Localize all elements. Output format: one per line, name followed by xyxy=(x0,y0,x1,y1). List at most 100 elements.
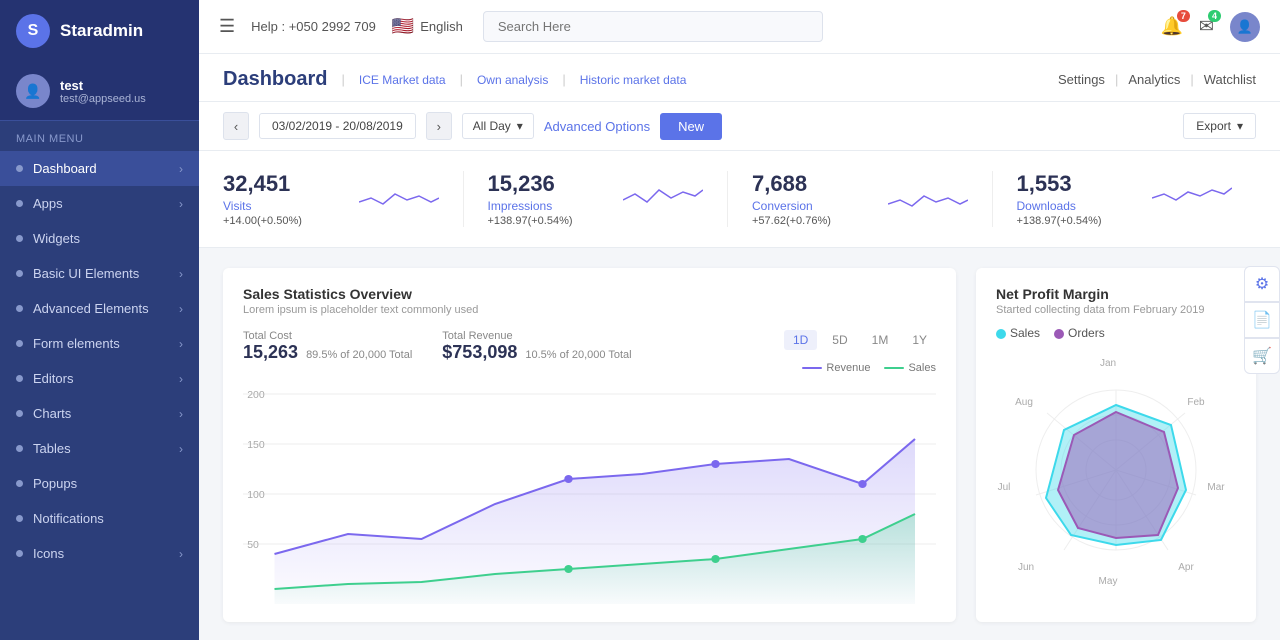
nav-help-text: Help : +050 2992 709 xyxy=(251,19,376,34)
sidebar-item-charts[interactable]: Charts › xyxy=(0,396,199,431)
sidebar-item-label: Basic UI Elements xyxy=(33,266,139,281)
profit-legend: Sales Orders xyxy=(996,326,1236,340)
net-profit-card: Net Profit Margin Started collecting dat… xyxy=(976,268,1256,622)
sidebar-item-label: Advanced Elements xyxy=(33,301,149,316)
sales-chart-svg: 200 150 100 50 xyxy=(243,384,936,604)
notifications-badge: 7 xyxy=(1177,10,1190,22)
breadcrumb-ice[interactable]: ICE Market data xyxy=(359,73,446,87)
total-cost-sub: 89.5% of 20,000 Total xyxy=(306,349,412,361)
advanced-options-button[interactable]: Advanced Options xyxy=(544,119,650,134)
content-area: Sales Statistics Overview Lorem ipsum is… xyxy=(199,248,1280,640)
sidebar-item-icons[interactable]: Icons › xyxy=(0,536,199,571)
messages-icon-wrap[interactable]: ✉ 4 xyxy=(1199,16,1214,37)
watchlist-link[interactable]: Watchlist xyxy=(1204,72,1256,87)
sidebar-item-advanced[interactable]: Advanced Elements › xyxy=(0,291,199,326)
sales-legend-dot xyxy=(884,367,904,369)
sidebar-item-apps[interactable]: Apps › xyxy=(0,186,199,221)
time-1d-button[interactable]: 1D xyxy=(784,330,817,350)
sidebar-item-basic-ui[interactable]: Basic UI Elements › xyxy=(0,256,199,291)
all-day-label: All Day xyxy=(473,119,511,133)
sidebar-arrow-icon: › xyxy=(179,197,183,211)
dashboard-header: Dashboard | ICE Market data | Own analys… xyxy=(199,54,1280,102)
sidebar-item-popups[interactable]: Popups xyxy=(0,466,199,501)
sidebar-dot xyxy=(16,375,23,382)
time-1y-button[interactable]: 1Y xyxy=(903,330,936,350)
user-email: test@appseed.us xyxy=(60,93,146,105)
svg-text:100: 100 xyxy=(247,490,265,501)
sales-chart-area: 200 150 100 50 xyxy=(243,384,936,604)
impressions-change: +138.97(+0.54%) xyxy=(488,215,573,227)
svg-text:Aug: Aug xyxy=(1015,397,1033,408)
sidebar-item-editors[interactable]: Editors › xyxy=(0,361,199,396)
downloads-change: +138.97(+0.54%) xyxy=(1017,215,1102,227)
sidebar-dot xyxy=(16,550,23,557)
sidebar-header: S Staradmin xyxy=(0,0,199,62)
user-avatar[interactable]: 👤 xyxy=(1230,12,1260,42)
sales-legend-label: Sales xyxy=(908,362,936,374)
total-revenue-value: $753,098 xyxy=(442,342,517,363)
export-arrow-icon: ▾ xyxy=(1237,119,1243,133)
breadcrumb-historic[interactable]: Historic market data xyxy=(580,73,687,87)
document-panel-button[interactable]: 📄 xyxy=(1244,302,1280,338)
stat-conversion: 7,688 Conversion +57.62(+0.76%) xyxy=(752,171,993,227)
sidebar-logo: S xyxy=(16,14,50,48)
page-title: Dashboard xyxy=(223,68,327,91)
visits-label: Visits xyxy=(223,199,302,213)
all-day-dropdown[interactable]: All Day ▾ xyxy=(462,113,534,139)
sidebar-item-label: Icons xyxy=(33,546,64,561)
total-cost-label: Total Cost xyxy=(243,330,412,342)
sidebar-item-widgets[interactable]: Widgets xyxy=(0,221,199,256)
conversion-value: 7,688 xyxy=(752,171,831,197)
messages-badge: 4 xyxy=(1208,10,1221,22)
stat-downloads: 1,553 Downloads +138.97(+0.54%) xyxy=(1017,171,1257,227)
settings-link[interactable]: Settings xyxy=(1058,72,1105,87)
date-range-display: 03/02/2019 - 20/08/2019 xyxy=(259,113,416,139)
dashboard-title-area: Dashboard | ICE Market data | Own analys… xyxy=(223,68,686,91)
sidebar-item-tables[interactable]: Tables › xyxy=(0,431,199,466)
right-floating-panel: ⚙ 📄 🛒 xyxy=(1244,266,1280,374)
time-5d-button[interactable]: 5D xyxy=(823,330,856,350)
sidebar-arrow-icon: › xyxy=(179,267,183,281)
hamburger-icon[interactable]: ☰ xyxy=(219,16,235,37)
sidebar-item-label: Charts xyxy=(33,406,71,421)
sidebar-item-notifications[interactable]: Notifications xyxy=(0,501,199,536)
sales-chart-card: Sales Statistics Overview Lorem ipsum is… xyxy=(223,268,956,622)
sidebar-item-dashboard[interactable]: Dashboard › xyxy=(0,151,199,186)
notifications-bell[interactable]: 🔔 7 xyxy=(1160,16,1182,37)
svg-text:50: 50 xyxy=(247,540,259,551)
language-selector[interactable]: 🇺🇸 English xyxy=(392,16,463,37)
stats-row: 32,451 Visits +14.00(+0.50%) 15,236 xyxy=(199,151,1280,248)
sidebar-dot xyxy=(16,270,23,277)
date-prev-button[interactable]: ‹ xyxy=(223,112,249,140)
time-1m-button[interactable]: 1M xyxy=(863,330,898,350)
sidebar-item-form[interactable]: Form elements › xyxy=(0,326,199,361)
export-button[interactable]: Export ▾ xyxy=(1183,113,1256,139)
revenue-legend-label: Revenue xyxy=(826,362,870,374)
new-button[interactable]: New xyxy=(660,113,722,140)
cart-panel-button[interactable]: 🛒 xyxy=(1244,338,1280,374)
navbar: ☰ Help : +050 2992 709 🇺🇸 English 🔔 7 ✉ … xyxy=(199,0,1280,54)
visits-value: 32,451 xyxy=(223,171,302,197)
total-cost-value: 15,263 xyxy=(243,342,298,363)
breadcrumb-own[interactable]: Own analysis xyxy=(477,73,548,87)
profit-sales-label: Sales xyxy=(1010,326,1040,340)
sidebar-brand: Staradmin xyxy=(60,21,143,41)
conversion-sparkline xyxy=(888,180,968,219)
sidebar-arrow-icon: › xyxy=(179,442,183,456)
stat-impressions: 15,236 Impressions +138.97(+0.54%) xyxy=(488,171,729,227)
search-box xyxy=(483,11,823,42)
sales-toolbar: Total Cost 15,263 89.5% of 20,000 Total … xyxy=(243,330,936,374)
svg-text:Feb: Feb xyxy=(1187,397,1205,408)
sidebar-user-info: test test@appseed.us xyxy=(60,78,146,105)
profit-chart-subtitle: Started collecting data from February 20… xyxy=(996,304,1236,316)
sidebar-item-label: Popups xyxy=(33,476,77,491)
date-next-button[interactable]: › xyxy=(426,112,452,140)
search-input[interactable] xyxy=(483,11,823,42)
settings-panel-button[interactable]: ⚙ xyxy=(1244,266,1280,302)
sidebar: S Staradmin 👤 test test@appseed.us Main … xyxy=(0,0,199,640)
dropdown-arrow-icon: ▾ xyxy=(517,119,523,133)
radar-chart-svg: Jan Feb Mar Apr May Jun Jul Aug xyxy=(996,350,1236,590)
svg-text:Jan: Jan xyxy=(1100,358,1116,369)
analytics-link[interactable]: Analytics xyxy=(1128,72,1180,87)
sales-chart-subtitle: Lorem ipsum is placeholder text commonly… xyxy=(243,304,936,316)
